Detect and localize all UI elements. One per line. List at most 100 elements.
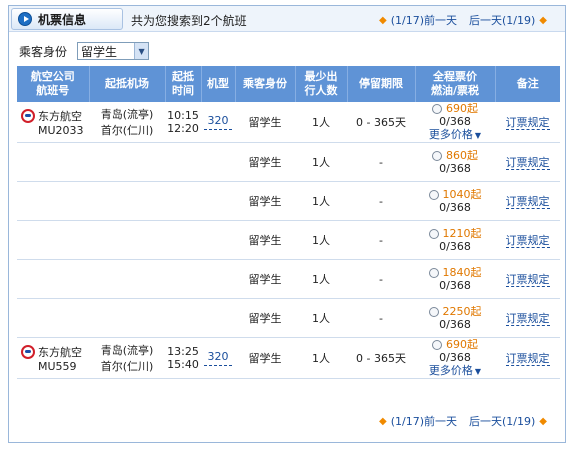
booking-rules-link[interactable]: 订票规定: [505, 116, 550, 130]
identity-cell: 留学生: [235, 220, 295, 260]
price-radio[interactable]: [428, 306, 439, 317]
min-pax-cell: 1人: [295, 102, 347, 143]
booking-rules-link[interactable]: 订票规定: [505, 156, 550, 170]
airport-cell: 青岛(流亭) 首尔(仁川): [89, 102, 165, 143]
more-prices-link[interactable]: 更多价格 ▼: [429, 128, 481, 142]
price-radio[interactable]: [428, 267, 439, 278]
time-cell: [165, 298, 201, 338]
departure-time: 10:15: [167, 109, 199, 122]
identity-cell: 留学生: [235, 298, 295, 338]
more-prices-label: 更多价格: [428, 128, 473, 141]
chevron-down-icon: ▼: [474, 367, 482, 376]
next-day-link[interactable]: 后一天(1/19): [469, 413, 535, 429]
stay-cell: -: [347, 142, 415, 182]
note-cell: 订票规定: [495, 298, 560, 338]
prev-day-link[interactable]: (1/17)前一天: [391, 413, 457, 429]
airline-cell: [17, 298, 89, 338]
flight-number: MU2033: [38, 123, 84, 137]
airline-cell: [17, 259, 89, 299]
price-value: 690起: [446, 338, 478, 351]
plane-type-link[interactable]: 320: [204, 114, 232, 130]
day-pager-bottom: ◆ (1/17)前一天 后一天(1/19) ◆: [375, 413, 551, 429]
table-row: 东方航空 MU2033 青岛(流亭) 首尔(仁川) 10:15 12:20 320 留学生 1人…: [17, 102, 560, 143]
plane-type-link[interactable]: 320: [204, 350, 232, 366]
airport-cell: [89, 298, 165, 338]
airline-cell: [17, 181, 89, 221]
col-identity: 乘客身份: [235, 66, 296, 102]
booking-rules-link[interactable]: 订票规定: [505, 312, 550, 326]
price-radio[interactable]: [432, 339, 442, 350]
price-line: 1840起: [428, 266, 482, 279]
airline-name: 东方航空: [38, 345, 82, 359]
min-pax-cell: 1人: [295, 142, 347, 182]
airline-logo-icon: [21, 108, 35, 123]
tax-value: 0/368: [439, 115, 471, 128]
price-value: 860起: [446, 149, 478, 162]
price-cell: 690起 0/368 更多价格 ▼: [415, 102, 495, 143]
chevron-down-icon: ▼: [134, 43, 149, 59]
note-cell: 订票规定: [495, 220, 560, 260]
more-prices-link[interactable]: 更多价格 ▼: [429, 364, 481, 378]
airline-cell: [17, 220, 89, 260]
table-row: 留学生 1人 -1210起 0/368 订票规定: [17, 220, 560, 260]
identity-cell: 留学生: [235, 181, 295, 221]
next-arrow-icon: ◆: [539, 14, 547, 26]
booking-rules-link[interactable]: 订票规定: [505, 352, 550, 366]
note-cell: 订票规定: [495, 102, 560, 143]
plane-cell: [201, 181, 235, 221]
plane-cell: [201, 220, 235, 260]
stay-cell: 0 - 365天: [347, 102, 415, 143]
price-radio[interactable]: [432, 150, 442, 161]
price-radio[interactable]: [428, 189, 439, 200]
booking-rules-link[interactable]: 订票规定: [505, 195, 550, 209]
identity-cell: 留学生: [235, 102, 295, 143]
col-airport: 起抵机场: [89, 66, 166, 102]
min-pax-cell: 1人: [295, 259, 347, 299]
plane-cell: [201, 259, 235, 299]
col-airline: 航空公司 航班号: [17, 66, 90, 102]
arrival-time: 12:20: [167, 122, 199, 135]
tax-value: 0/368: [439, 240, 471, 253]
note-cell: 订票规定: [495, 337, 560, 379]
passenger-filter: 乘客身份 留学生 ▼: [19, 42, 150, 60]
airport-cell: 青岛(流亭) 首尔(仁川): [89, 337, 165, 379]
note-cell: 订票规定: [495, 259, 560, 299]
price-cell: 690起 0/368 更多价格 ▼: [415, 337, 495, 379]
departure-time: 13:25: [167, 345, 199, 358]
identity-cell: 留学生: [235, 337, 295, 379]
time-cell: 13:25 15:40: [165, 337, 201, 379]
min-pax-cell: 1人: [295, 337, 347, 379]
prev-day-link[interactable]: (1/17)前一天: [391, 12, 457, 28]
play-icon: [18, 12, 32, 26]
airport-cell: [89, 259, 165, 299]
price-radio[interactable]: [432, 103, 442, 114]
col-price: 全程票价 燃油/票税: [415, 66, 496, 102]
min-pax-cell: 1人: [295, 181, 347, 221]
col-min-pax: 最少出 行人数: [295, 66, 348, 102]
filter-label: 乘客身份: [19, 44, 68, 59]
passenger-type-select[interactable]: 留学生 ▼: [77, 42, 150, 60]
tax-value: 0/368: [439, 162, 471, 175]
flight-table: 航空公司 航班号 起抵机场 起抵 时间 机型 乘客身份 最少出 行人数 停留期限 全程…: [17, 66, 560, 379]
price-line: 690起: [432, 338, 478, 351]
identity-cell: 留学生: [235, 142, 295, 182]
prev-arrow-icon: ◆: [379, 14, 387, 26]
airline-cell: 东方航空 MU2033: [17, 102, 89, 143]
tax-value: 0/368: [439, 351, 471, 364]
plane-cell: 320: [201, 337, 235, 379]
tab-ticket-info[interactable]: 机票信息: [11, 8, 123, 30]
price-radio[interactable]: [428, 228, 439, 239]
arrival-airport: 首尔(仁川): [100, 360, 154, 373]
day-pager-top: ◆ (1/17)前一天 后一天(1/19) ◆: [375, 12, 551, 28]
booking-rules-link[interactable]: 订票规定: [505, 273, 550, 287]
identity-cell: 留学生: [235, 259, 295, 299]
tax-value: 0/368: [439, 279, 471, 292]
note-cell: 订票规定: [495, 181, 560, 221]
next-day-link[interactable]: 后一天(1/19): [469, 12, 535, 28]
more-prices-label: 更多价格: [428, 364, 473, 377]
min-pax-cell: 1人: [295, 220, 347, 260]
price-block: 690起 0/368 更多价格 ▼: [415, 102, 495, 142]
booking-rules-link[interactable]: 订票规定: [505, 234, 550, 248]
result-count-text: 共为您搜索到2个航班: [131, 14, 247, 28]
price-value: 1210起: [442, 227, 482, 240]
